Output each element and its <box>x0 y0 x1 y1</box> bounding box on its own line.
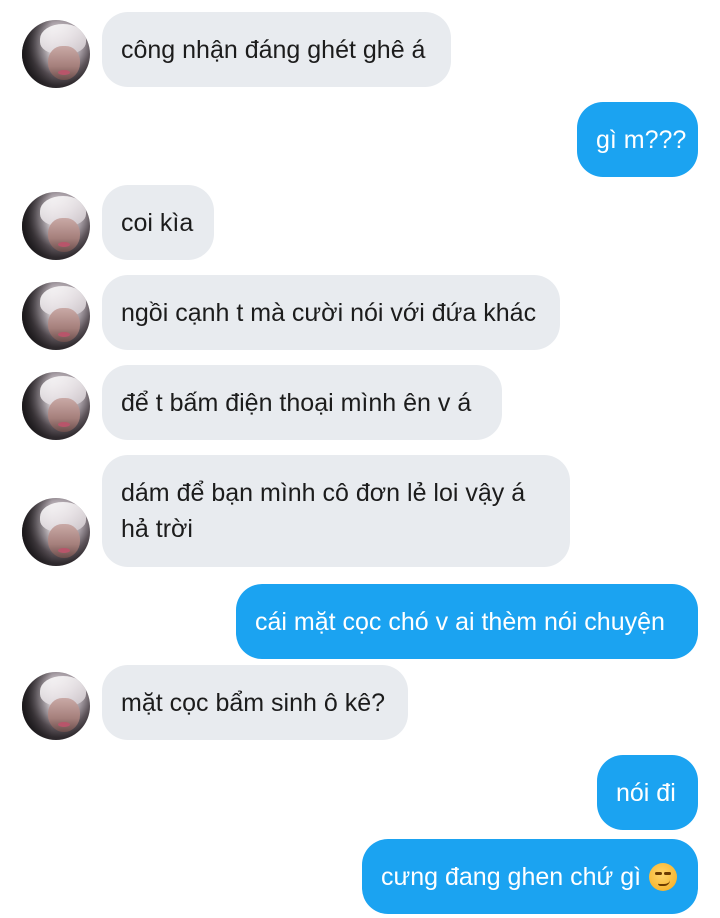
outgoing-message-bubble[interactable]: nói đi <box>597 755 698 830</box>
message-text: cái mặt cọc chó v ai thèm nói chuyện <box>255 607 665 636</box>
message-text: để t bấm điện thoại mình ên v á <box>121 388 472 417</box>
smirking-face-icon <box>649 862 678 891</box>
incoming-message-bubble[interactable]: dám để bạn mình cô đơn lẻ loi vậy á hả t… <box>102 455 570 567</box>
contact-avatar[interactable] <box>22 672 90 740</box>
outgoing-message-bubble[interactable]: gì m??? <box>577 102 698 177</box>
message-text: dám để bạn mình cô đơn lẻ loi vậy á hả t… <box>121 479 526 543</box>
outgoing-message-bubble[interactable]: cưng đang ghen chứ gì <box>362 839 698 914</box>
contact-avatar[interactable] <box>22 192 90 260</box>
message-text: gì m??? <box>596 125 687 154</box>
incoming-message-bubble[interactable]: để t bấm điện thoại mình ên v á <box>102 365 502 440</box>
outgoing-message-bubble[interactable]: cái mặt cọc chó v ai thèm nói chuyện <box>236 584 698 659</box>
message-text: công nhận đáng ghét ghê á <box>121 35 426 64</box>
incoming-message-bubble[interactable]: coi kìa <box>102 185 214 260</box>
incoming-message-bubble[interactable]: mặt cọc bẩm sinh ô kê? <box>102 665 408 740</box>
contact-avatar[interactable] <box>22 498 90 566</box>
contact-avatar[interactable] <box>22 282 90 350</box>
message-text: cưng đang ghen chứ gì <box>381 862 642 891</box>
message-text: mặt cọc bẩm sinh ô kê? <box>121 688 386 717</box>
contact-avatar[interactable] <box>22 20 90 88</box>
contact-avatar[interactable] <box>22 372 90 440</box>
incoming-message-bubble[interactable]: công nhận đáng ghét ghê á <box>102 12 451 87</box>
incoming-message-bubble[interactable]: ngồi cạnh t mà cười nói với đứa khác <box>102 275 560 350</box>
message-text: coi kìa <box>121 208 194 237</box>
message-text: ngồi cạnh t mà cười nói với đứa khác <box>121 298 537 327</box>
message-text: nói đi <box>616 778 676 807</box>
